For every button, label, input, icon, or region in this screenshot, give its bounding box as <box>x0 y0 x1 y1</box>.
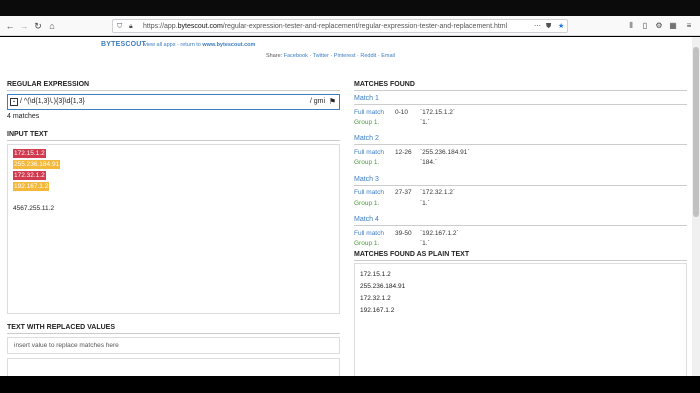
tab-strip <box>0 0 700 16</box>
regex-flags[interactable]: / gmi <box>310 98 325 105</box>
pocket-icon[interactable]: ⛊ <box>546 21 551 33</box>
unmatched-line: 4567.255.11.2 <box>13 205 55 212</box>
extension-icon[interactable]: ⚙ <box>654 20 664 32</box>
divider <box>354 90 687 91</box>
bottom-bar <box>0 376 700 393</box>
url-text[interactable]: https://app.bytescout.com/regular-expres… <box>143 22 507 32</box>
divider <box>7 90 340 91</box>
highlighted-match: 172.32.1.2 <box>13 171 46 180</box>
share-facebook-link[interactable]: Facebook <box>284 53 308 59</box>
highlighted-match: 172.15.1.2 <box>13 149 46 158</box>
plain-section-title: MATCHES FOUND AS PLAIN TEXT <box>354 251 470 258</box>
page-content: BYTESCOUT view all apps - return to www.… <box>0 37 692 376</box>
match-header: Match 1 <box>354 95 379 102</box>
shield-icon[interactable]: ⛉ <box>117 21 122 33</box>
view-all-apps-link[interactable]: view all apps <box>144 42 176 48</box>
back-icon[interactable]: ← <box>4 20 16 32</box>
matches-section-title: MATCHES FOUND <box>354 81 415 88</box>
match-header: Match 4 <box>354 216 379 223</box>
regex-pattern: ^(\d{1,3}\.){3}\d{1,3} <box>23 98 85 105</box>
bookmark-star-icon[interactable]: ★ <box>558 21 564 33</box>
replace-input[interactable]: insert value to replace matches here <box>7 337 340 354</box>
share-pinterest-link[interactable]: Pinterest <box>334 53 356 59</box>
share-reddit-link[interactable]: Reddit <box>360 53 376 59</box>
plain-match: 192.167.1.2 <box>360 307 395 314</box>
match-count: 4 matches <box>7 113 40 120</box>
lock-icon[interactable]: 🔒︎ <box>129 21 133 33</box>
plain-match: 172.32.1.2 <box>360 295 391 302</box>
divider <box>7 333 340 334</box>
home-icon[interactable]: ⌂ <box>46 20 58 32</box>
library-icon[interactable]: ⫴ <box>626 20 636 32</box>
divider <box>354 104 687 105</box>
bytescout-link[interactable]: www.bytescout.com <box>202 42 255 48</box>
regex-options-icon[interactable]: ▪ <box>10 98 18 106</box>
match-header: Match 2 <box>354 135 379 142</box>
menu-icon[interactable]: ≡ <box>684 20 694 32</box>
forward-icon[interactable]: → <box>18 20 30 32</box>
match-header: Match 3 <box>354 176 379 183</box>
bytescout-logo[interactable]: BYTESCOUT <box>101 41 146 48</box>
input-section-title: INPUT TEXT <box>7 131 48 138</box>
browser-toolbar: ← → ↻ ⌂ ⛉ 🔒︎ https://app.bytescout.com/r… <box>0 16 700 36</box>
replace-section-title: TEXT WITH REPLACED VALUES <box>7 324 115 331</box>
account-icon[interactable]: ▦ <box>668 20 678 32</box>
share-bar: Share: Facebook · Twitter · Pinterest · … <box>266 53 395 59</box>
input-text-area[interactable]: 172.15.1.2 255.236.184.91 172.32.1.2 192… <box>7 144 340 314</box>
replaced-output[interactable] <box>7 358 340 376</box>
highlighted-match: 255.236.184.91 <box>13 160 61 169</box>
tagline: view all apps - return to www.bytescout.… <box>144 42 256 48</box>
page-actions-icon[interactable]: ⋯ <box>534 21 541 33</box>
url-bar[interactable]: ⛉ 🔒︎ https://app.bytescout.com/regular-e… <box>112 19 568 33</box>
sidebar-icon[interactable]: ▯ <box>640 20 650 32</box>
divider <box>354 260 687 261</box>
page-scrollbar[interactable] <box>692 37 700 376</box>
highlighted-match: 192.167.1.2 <box>13 182 50 191</box>
divider <box>7 140 340 141</box>
plain-match: 172.15.1.2 <box>360 271 391 278</box>
divider <box>354 225 687 226</box>
plain-matches-box[interactable]: 172.15.1.2 255.236.184.91 172.32.1.2 192… <box>354 263 687 376</box>
plain-match: 255.236.184.91 <box>360 283 406 290</box>
share-twitter-link[interactable]: Twitter <box>313 53 329 59</box>
divider <box>354 185 687 186</box>
reload-icon[interactable]: ↻ <box>32 20 44 32</box>
divider <box>354 144 687 145</box>
share-email-link[interactable]: Email <box>381 53 395 59</box>
regex-input[interactable]: ▪ / ^(\d{1,3}\.){3}\d{1,3} / gmi ⚑ <box>7 94 340 110</box>
regex-section-title: REGULAR EXPRESSION <box>7 81 90 88</box>
flag-icon[interactable]: ⚑ <box>329 97 336 106</box>
scroll-thumb[interactable] <box>693 47 699 217</box>
